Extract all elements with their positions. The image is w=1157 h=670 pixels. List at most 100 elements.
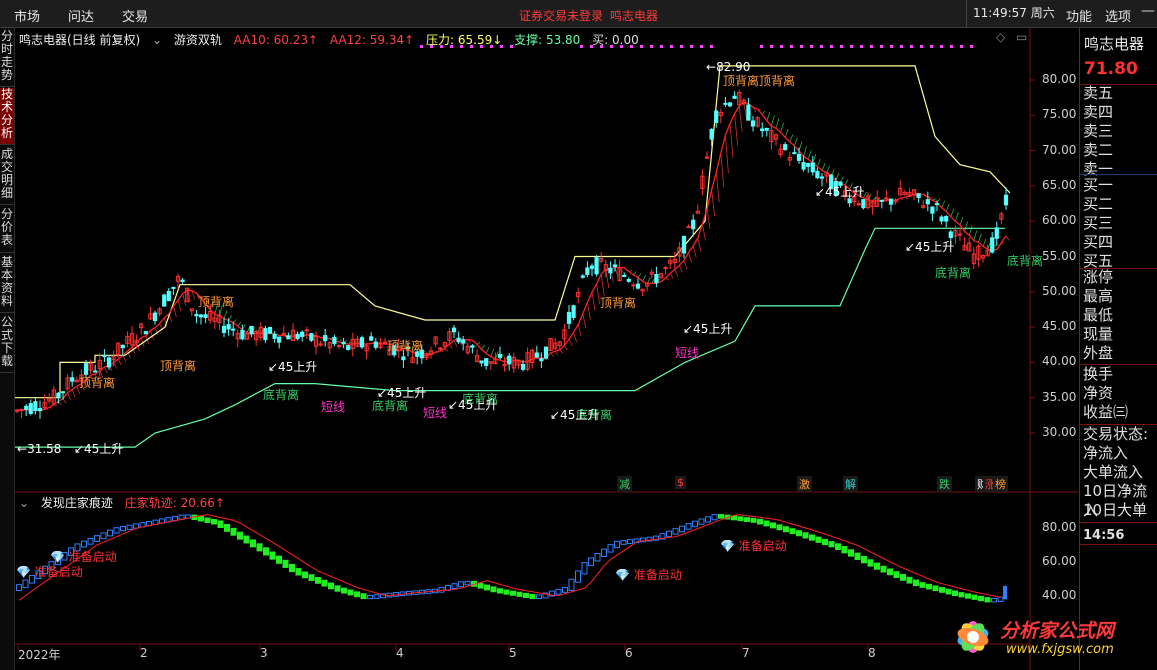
quote-panel: 鸣志电器 71.80 卖五 卖四 卖三 卖二 卖一 买一 买二 买三 买四 买五 涨停 最高 最低 现量外… xyxy=(1079,28,1157,670)
sub-bar-down xyxy=(250,539,256,548)
menu-function[interactable]: 功能 xyxy=(1066,6,1092,25)
event-marker[interactable]: 解 xyxy=(843,476,858,492)
tab-intraday[interactable]: 分时走势 xyxy=(0,30,14,87)
candle-body xyxy=(171,286,176,289)
minimize-icon[interactable]: — xyxy=(1141,3,1155,19)
sub-bar-down xyxy=(965,593,971,599)
sub-bar-up xyxy=(568,578,575,592)
sub-bar-down xyxy=(906,576,913,584)
candle-body xyxy=(56,392,61,398)
band-hatch xyxy=(692,245,697,258)
quote-stat: 换手 xyxy=(1083,365,1114,383)
quote-stat: 现量 xyxy=(1083,325,1114,343)
tab-trades[interactable]: 成交明细 xyxy=(0,148,14,205)
menu-wenda[interactable]: 问达 xyxy=(68,6,94,25)
band-hatch xyxy=(104,366,108,374)
candle-body xyxy=(654,273,659,284)
sub-bar-up xyxy=(581,562,588,575)
diamond-signal-icon: 💎 xyxy=(16,565,35,579)
sub-bar-up xyxy=(100,532,107,540)
rise45-label: ↙45上升 xyxy=(268,360,318,374)
sub-bar-up xyxy=(698,518,705,525)
legend-aa12: AA12: 59.34↑ xyxy=(329,33,415,47)
sub-bar-down xyxy=(510,590,516,596)
candle-body xyxy=(879,199,884,202)
event-marker[interactable]: $ xyxy=(675,476,686,489)
sub-bar-up xyxy=(81,540,87,548)
candle-body xyxy=(226,324,231,330)
quote-stat: 最低 xyxy=(1083,306,1114,324)
event-marker[interactable]: 激 xyxy=(797,476,812,492)
sub-bar-down xyxy=(783,526,789,533)
sub-bar-down xyxy=(913,579,919,587)
band-hatch xyxy=(706,208,711,229)
sub-bar-down xyxy=(308,574,315,582)
sub-bar-up xyxy=(991,597,997,603)
bottom-divergence-label: 底背离 xyxy=(1007,254,1044,268)
candle-body xyxy=(916,193,921,199)
sub-bar-down xyxy=(737,516,744,522)
sub-bar-down xyxy=(939,587,945,593)
candle-body xyxy=(456,337,461,343)
kline-chart[interactable] xyxy=(15,28,1078,670)
tab-profile[interactable]: 基本资料 xyxy=(0,256,14,313)
candle-body xyxy=(884,197,889,200)
candle-body xyxy=(622,274,627,277)
pink-dot xyxy=(690,45,693,48)
candle-body xyxy=(33,401,38,411)
sub-bar-up xyxy=(672,528,679,535)
sub-bar-down xyxy=(932,585,939,592)
sub-indicator-bars xyxy=(16,513,1007,603)
legend-toggle-icon[interactable]: ⌄ xyxy=(152,33,162,47)
band-hatch xyxy=(67,392,71,401)
sub-bar-up xyxy=(575,570,581,583)
tab-price-table[interactable]: 分价表 xyxy=(0,208,14,253)
band-hatch xyxy=(973,230,978,241)
x-tick-label: 2 xyxy=(140,646,148,660)
login-notice[interactable]: 证券交易未登录 xyxy=(519,7,603,24)
chart-title: 鸣志电器(日线 前复权) xyxy=(19,33,141,47)
sub-indicator-name[interactable]: 发现庄家痕迹 xyxy=(41,496,113,510)
sell-level-4: 卖四 xyxy=(1083,103,1114,121)
band-hatch xyxy=(729,123,734,159)
left-tab-bar: 分时走势 技术分析 成交明细 分价表 基本资料 公式下载 xyxy=(0,28,15,670)
menu-market[interactable]: 市场 xyxy=(14,6,40,25)
buy-level-1: 买一 xyxy=(1083,176,1114,194)
flow-stat: 净流入 xyxy=(1083,444,1129,462)
event-marker[interactable]: 跌 xyxy=(937,476,952,492)
x-tick-label: 5 xyxy=(509,646,517,660)
x-tick-label: 2022年 xyxy=(18,648,61,662)
candle-body xyxy=(102,354,107,358)
band-hatch xyxy=(964,221,968,232)
candle-body xyxy=(359,337,365,348)
menu-trade[interactable]: 交易 xyxy=(122,6,148,25)
quote-stat: 外盘 xyxy=(1083,344,1114,362)
indicator-name[interactable]: 游资双轨 xyxy=(174,33,222,47)
sub-bar-down xyxy=(477,582,484,589)
sub-bar-down xyxy=(815,536,822,543)
candle-body xyxy=(106,357,112,368)
diamond-icon[interactable]: ◇ xyxy=(996,30,1005,44)
y-tick-label: 65.00 xyxy=(1042,177,1077,192)
sub-legend: ⌄ 发现庄家痕迹 庄家轨迹: 20.66↑ xyxy=(19,494,233,511)
tab-technical[interactable]: 技术分析 xyxy=(0,88,14,145)
sub-bar-up xyxy=(711,514,718,521)
event-marker[interactable]: 减 xyxy=(617,476,632,492)
sub-bar-down xyxy=(276,555,282,564)
prepare-start-label: 💎 准备启动 xyxy=(720,539,787,553)
sub-bar-down xyxy=(900,574,906,581)
sub-bar-up xyxy=(1003,585,1007,600)
menu-options[interactable]: 选项 xyxy=(1105,6,1131,25)
sub-legend-track: 庄家轨迹: 20.66↑ xyxy=(124,496,226,510)
sub-legend-toggle-icon[interactable]: ⌄ xyxy=(19,496,29,510)
band-hatch xyxy=(803,146,807,157)
tab-formula-download[interactable]: 公式下载 xyxy=(0,316,14,373)
event-marker[interactable]: 榜 xyxy=(993,476,1008,492)
band-hatch xyxy=(481,344,485,350)
pink-dot xyxy=(890,45,893,48)
band-hatch xyxy=(711,189,715,217)
candle-body xyxy=(24,405,29,410)
sub-bar-up xyxy=(685,523,692,530)
restore-icon[interactable]: ▭ xyxy=(1016,30,1027,44)
sub-bar-up xyxy=(113,527,120,534)
